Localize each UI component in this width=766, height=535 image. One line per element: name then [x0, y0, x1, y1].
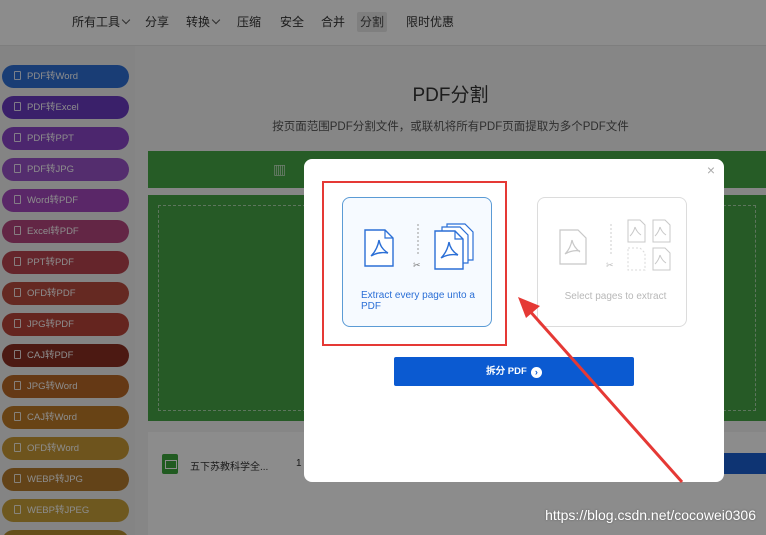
watermark-text: https://blog.csdn.net/cocowei0306: [545, 507, 756, 523]
red-arrow-annotation: [518, 297, 684, 483]
